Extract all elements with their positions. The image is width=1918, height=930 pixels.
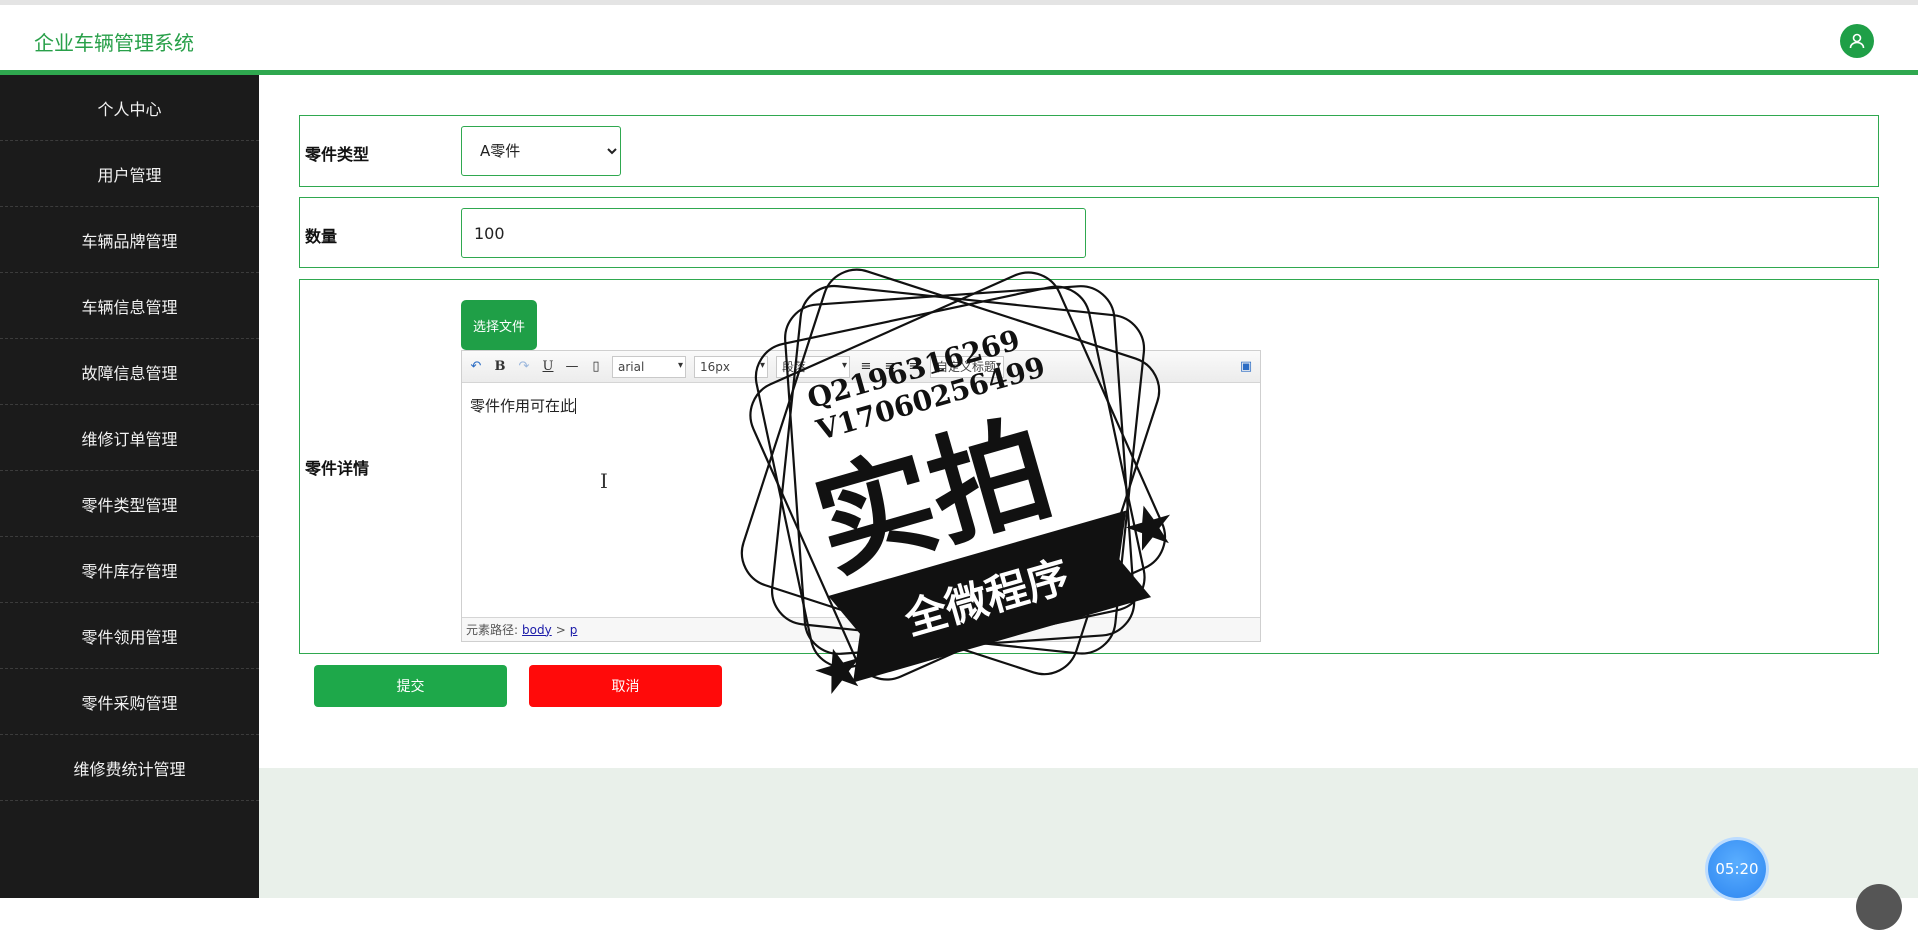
font-size-select[interactable]: 16px bbox=[694, 355, 768, 378]
custom-title-select[interactable]: 自定义标题 bbox=[930, 355, 1004, 378]
timer-badge[interactable]: 05:20 bbox=[1708, 840, 1766, 898]
user-icon[interactable] bbox=[1840, 24, 1874, 58]
sidebar-item-repair-orders[interactable]: 维修订单管理 bbox=[0, 405, 259, 471]
part-type-label: 零件类型 bbox=[305, 145, 370, 164]
part-detail-label: 零件详情 bbox=[305, 459, 370, 478]
editor-toolbar: ↶ B ↷ U — ▯ arial 16px 段落 ≡ ≡ ≡ 自定义标题 ▣ bbox=[462, 351, 1260, 383]
part-type-row: 零件类型 A零件 bbox=[299, 115, 1879, 187]
footer-band bbox=[259, 768, 1918, 898]
quantity-label: 数量 bbox=[305, 227, 338, 246]
choose-file-button[interactable]: 选择文件 bbox=[461, 300, 537, 350]
font-family-select[interactable]: arial bbox=[612, 355, 686, 378]
redo-icon[interactable]: ↷ bbox=[516, 359, 532, 375]
text-cursor-icon: I bbox=[600, 469, 608, 493]
sidebar-item-user-management[interactable]: 用户管理 bbox=[0, 141, 259, 207]
part-type-select[interactable]: A零件 bbox=[461, 126, 621, 176]
undo-icon[interactable]: ↶ bbox=[468, 359, 484, 375]
scroll-top-button[interactable] bbox=[1856, 884, 1902, 930]
editor-content[interactable]: 零件作用可在此 bbox=[470, 395, 576, 416]
sidebar-item-vehicle-info[interactable]: 车辆信息管理 bbox=[0, 273, 259, 339]
part-detail-row: 零件详情 选择文件 ↶ B ↷ U — ▯ arial 16px 段落 ≡ ≡ … bbox=[299, 279, 1879, 654]
quantity-input[interactable] bbox=[461, 208, 1086, 258]
top-header: 企业车辆管理系统 bbox=[0, 0, 1918, 76]
rich-text-editor: ↶ B ↷ U — ▯ arial 16px 段落 ≡ ≡ ≡ 自定义标题 ▣ … bbox=[461, 350, 1261, 642]
sidebar-item-part-requisition[interactable]: 零件领用管理 bbox=[0, 603, 259, 669]
element-path-label: 元素路径: bbox=[466, 623, 519, 637]
submit-button[interactable]: 提交 bbox=[314, 665, 507, 707]
quantity-row: 数量 bbox=[299, 197, 1879, 268]
horizontal-rule-icon[interactable]: — bbox=[564, 359, 580, 375]
sidebar-item-fault-info[interactable]: 故障信息管理 bbox=[0, 339, 259, 405]
preview-icon[interactable]: ▣ bbox=[1238, 359, 1254, 375]
element-path-separator: > bbox=[555, 622, 566, 637]
sidebar-item-vehicle-brand[interactable]: 车辆品牌管理 bbox=[0, 207, 259, 273]
editor-element-path: 元素路径: body > p bbox=[462, 617, 1260, 641]
sidebar-item-part-inventory[interactable]: 零件库存管理 bbox=[0, 537, 259, 603]
page-icon[interactable]: ▯ bbox=[588, 359, 604, 375]
align-left-icon[interactable]: ≡ bbox=[858, 359, 874, 375]
sidebar-item-personal-center[interactable]: 个人中心 bbox=[0, 75, 259, 141]
align-right-icon[interactable]: ≡ bbox=[906, 359, 922, 375]
sidebar-item-part-types[interactable]: 零件类型管理 bbox=[0, 471, 259, 537]
element-path-body-link[interactable]: body bbox=[522, 623, 552, 637]
sidebar-item-part-purchase[interactable]: 零件采购管理 bbox=[0, 669, 259, 735]
bold-icon[interactable]: B bbox=[492, 359, 508, 375]
cancel-button[interactable]: 取消 bbox=[529, 665, 722, 707]
sidebar: 个人中心 用户管理 车辆品牌管理 车辆信息管理 故障信息管理 维修订单管理 零件… bbox=[0, 75, 259, 898]
app-title: 企业车辆管理系统 bbox=[34, 31, 194, 55]
sidebar-item-repair-cost-stats[interactable]: 维修费统计管理 bbox=[0, 735, 259, 801]
align-center-icon[interactable]: ≡ bbox=[882, 359, 898, 375]
underline-icon[interactable]: U bbox=[540, 359, 556, 375]
paragraph-select[interactable]: 段落 bbox=[776, 355, 850, 378]
element-path-p-link[interactable]: p bbox=[570, 623, 578, 637]
